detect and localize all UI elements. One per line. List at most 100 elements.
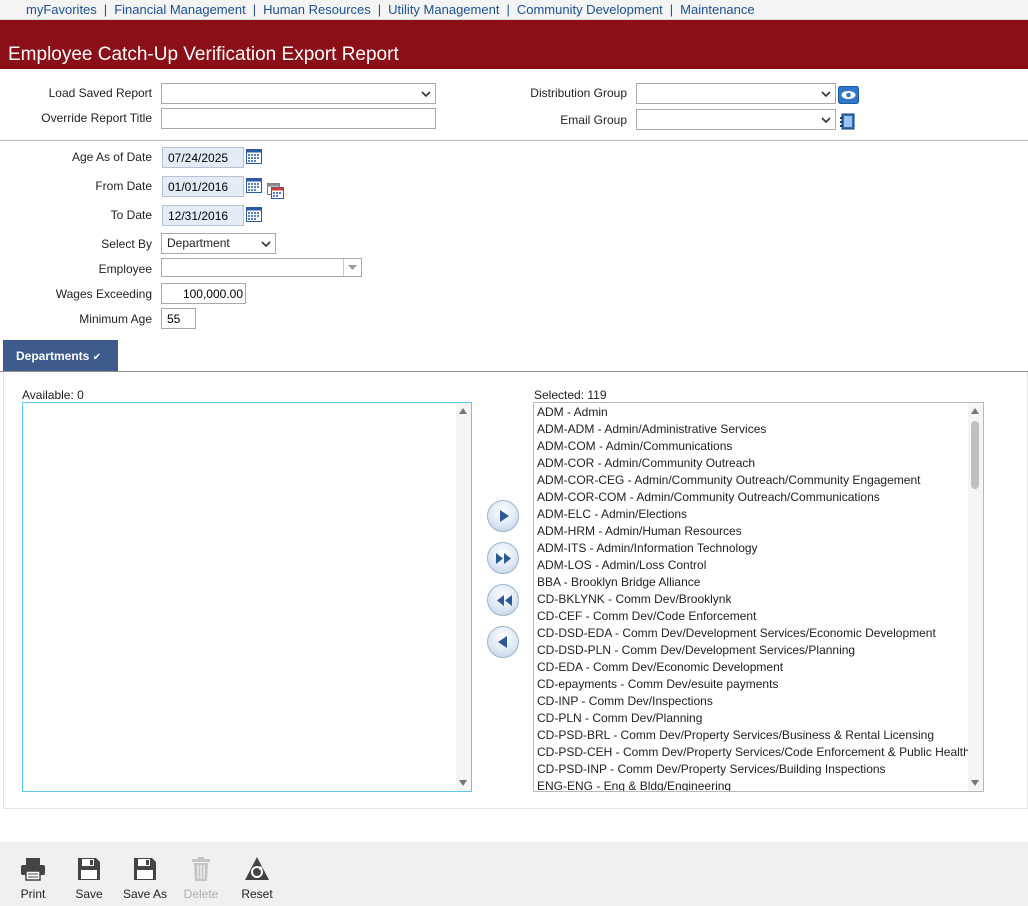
load-saved-report-label: Load Saved Report bbox=[48, 86, 152, 100]
move-all-left-button[interactable] bbox=[487, 584, 519, 616]
check-icon: ✔ bbox=[92, 352, 102, 363]
move-all-right-button[interactable] bbox=[487, 542, 519, 574]
selected-items: ADM - Admin ADM-ADM - Admin/Administrativ… bbox=[534, 403, 983, 791]
chevron-down-icon bbox=[821, 91, 831, 98]
calendar-icon[interactable] bbox=[246, 207, 262, 222]
selected-scrollbar[interactable] bbox=[968, 403, 983, 791]
list-item[interactable]: ADM - Admin bbox=[534, 404, 983, 421]
wages-exceeding-label: Wages Exceeding bbox=[55, 287, 152, 301]
save-as-button[interactable]: Save As bbox=[120, 842, 170, 906]
list-item[interactable]: CD-DSD-PLN - Comm Dev/Development Servic… bbox=[534, 642, 983, 659]
distribution-group-label: Distribution Group bbox=[530, 86, 627, 100]
list-item[interactable]: CD-CEF - Comm Dev/Code Enforcement bbox=[534, 608, 983, 625]
nav-separator: | bbox=[669, 2, 674, 17]
reset-button[interactable]: Reset bbox=[232, 842, 282, 906]
save-label: Save bbox=[75, 887, 103, 901]
list-item[interactable]: ADM-ADM - Admin/Administrative Services bbox=[534, 421, 983, 438]
select-by-value: Department bbox=[167, 236, 230, 250]
list-item[interactable]: ADM-HRM - Admin/Human Resources bbox=[534, 523, 983, 540]
list-item[interactable]: CD-EDA - Comm Dev/Economic Development bbox=[534, 659, 983, 676]
scroll-down-icon[interactable] bbox=[971, 780, 979, 786]
print-button[interactable]: Print bbox=[8, 842, 58, 906]
minimum-age-label: Minimum Age bbox=[79, 312, 152, 326]
save-as-label: Save As bbox=[122, 887, 168, 901]
override-report-title-input[interactable] bbox=[161, 108, 436, 129]
move-left-button[interactable] bbox=[487, 626, 519, 658]
nav-separator: | bbox=[252, 2, 257, 17]
list-item[interactable]: ADM-ELC - Admin/Elections bbox=[534, 506, 983, 523]
list-item[interactable]: ADM-COR-CEG - Admin/Community Outreach/C… bbox=[534, 472, 983, 489]
employee-select[interactable] bbox=[161, 258, 362, 277]
save-button[interactable]: Save bbox=[64, 842, 114, 906]
available-listbox[interactable] bbox=[22, 402, 472, 792]
from-date-input[interactable] bbox=[162, 176, 244, 197]
age-as-of-date-label: Age As of Date bbox=[71, 150, 152, 164]
minimum-age-input[interactable] bbox=[161, 308, 196, 329]
employee-label: Employee bbox=[98, 262, 152, 276]
reset-label: Reset bbox=[241, 887, 273, 901]
scroll-down-icon[interactable] bbox=[459, 780, 467, 786]
nav-separator: | bbox=[103, 2, 108, 17]
scroll-up-icon[interactable] bbox=[971, 408, 979, 414]
double-arrow-left-icon bbox=[497, 595, 512, 606]
view-eye-icon[interactable] bbox=[838, 86, 859, 104]
override-report-title-label: Override Report Title bbox=[41, 111, 152, 125]
list-item[interactable]: ADM-LOS - Admin/Loss Control bbox=[534, 557, 983, 574]
nav-maintenance[interactable]: Maintenance bbox=[680, 2, 754, 17]
available-count-label: Available: 0 bbox=[22, 388, 84, 402]
list-item[interactable]: ADM-COR-COM - Admin/Community Outreach/C… bbox=[534, 489, 983, 506]
nav-my-favorites[interactable]: myFavorites bbox=[26, 2, 97, 17]
age-as-of-date-input[interactable] bbox=[162, 147, 244, 168]
list-item[interactable]: ADM-COM - Admin/Communications bbox=[534, 438, 983, 455]
calendar-icon[interactable] bbox=[246, 149, 262, 164]
printer-icon bbox=[21, 858, 45, 881]
select-by-select[interactable]: Department bbox=[161, 233, 276, 254]
move-right-button[interactable] bbox=[487, 500, 519, 532]
page-title-bar: Employee Catch-Up Verification Export Re… bbox=[0, 20, 1028, 69]
chevron-down-icon bbox=[261, 241, 271, 248]
select-by-label: Select By bbox=[101, 237, 152, 251]
list-item[interactable]: BBA - Brooklyn Bridge Alliance bbox=[534, 574, 983, 591]
employee-dropdown-button[interactable] bbox=[343, 259, 361, 276]
nav-community-development[interactable]: Community Development bbox=[517, 2, 663, 17]
list-item[interactable]: CD-DSD-EDA - Comm Dev/Development Servic… bbox=[534, 625, 983, 642]
selected-listbox[interactable]: ADM - Admin ADM-ADM - Admin/Administrativ… bbox=[533, 402, 984, 792]
top-nav: myFavorites | Financial Management | Hum… bbox=[0, 0, 1028, 20]
tab-departments-label: Departments bbox=[16, 349, 90, 363]
address-book-icon[interactable] bbox=[839, 113, 856, 131]
list-item[interactable]: CD-BKLYNK - Comm Dev/Brooklynk bbox=[534, 591, 983, 608]
date-range-icon[interactable] bbox=[267, 183, 284, 199]
list-item[interactable]: CD-PLN - Comm Dev/Planning bbox=[534, 710, 983, 727]
load-saved-report-select[interactable] bbox=[161, 83, 436, 104]
floppy-disk-icon bbox=[134, 858, 156, 880]
email-group-select[interactable] bbox=[636, 109, 836, 130]
scroll-up-icon[interactable] bbox=[459, 408, 467, 414]
list-item[interactable]: ADM-COR - Admin/Community Outreach bbox=[534, 455, 983, 472]
wages-exceeding-input[interactable] bbox=[161, 283, 246, 304]
list-item[interactable]: CD-INP - Comm Dev/Inspections bbox=[534, 693, 983, 710]
scroll-thumb[interactable] bbox=[971, 421, 979, 489]
tab-departments[interactable]: Departments ✔ bbox=[3, 340, 118, 371]
nav-financial-management[interactable]: Financial Management bbox=[114, 2, 246, 17]
list-item[interactable]: CD-PSD-BRL - Comm Dev/Property Services/… bbox=[534, 727, 983, 744]
list-item[interactable]: ADM-ITS - Admin/Information Technology bbox=[534, 540, 983, 557]
distribution-group-select[interactable] bbox=[636, 83, 836, 104]
nav-human-resources[interactable]: Human Resources bbox=[263, 2, 371, 17]
list-item[interactable]: CD-PSD-INP - Comm Dev/Property Services/… bbox=[534, 761, 983, 778]
selected-count-label: Selected: 119 bbox=[534, 388, 607, 402]
nav-separator: | bbox=[506, 2, 510, 17]
list-item[interactable]: CD-epayments - Comm Dev/esuite payments bbox=[534, 676, 983, 693]
list-item[interactable]: ENG-ENG - Eng & Bldg/Engineering bbox=[534, 778, 983, 791]
double-arrow-right-icon bbox=[496, 553, 511, 564]
section-divider bbox=[0, 140, 1028, 141]
list-item[interactable]: CD-PSD-CEH - Comm Dev/Property Services/… bbox=[534, 744, 983, 761]
chevron-down-icon bbox=[421, 91, 431, 98]
delete-label: Delete bbox=[183, 887, 219, 901]
available-scrollbar[interactable] bbox=[456, 403, 471, 791]
nav-utility-management[interactable]: Utility Management bbox=[388, 2, 499, 17]
delete-button[interactable]: Delete bbox=[176, 842, 226, 906]
email-group-label: Email Group bbox=[560, 113, 627, 127]
to-date-input[interactable] bbox=[162, 205, 244, 226]
calendar-icon[interactable] bbox=[246, 178, 262, 193]
arrow-right-icon bbox=[500, 510, 509, 522]
